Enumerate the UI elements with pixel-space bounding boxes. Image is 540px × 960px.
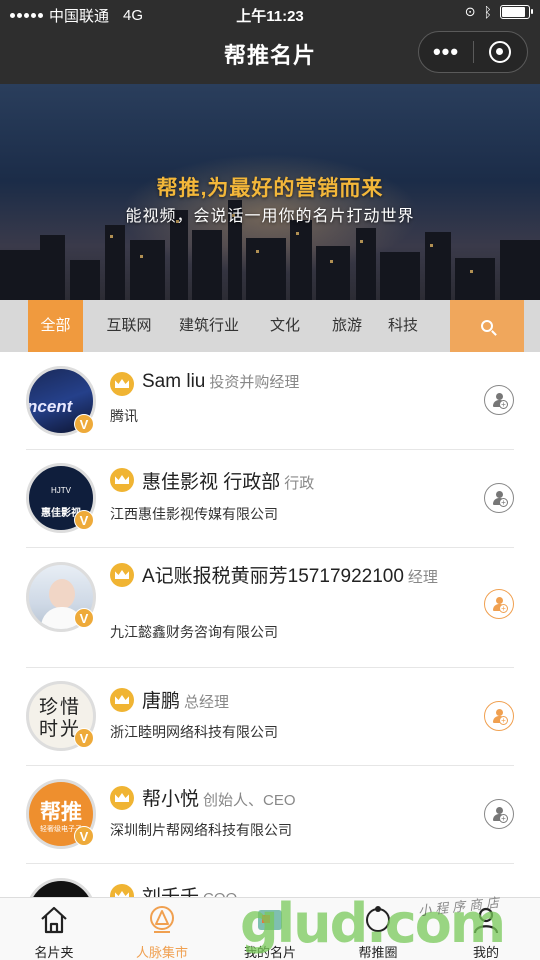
- search-button[interactable]: [450, 300, 524, 352]
- tab-all[interactable]: 全部: [28, 300, 83, 352]
- card-name: A记账报税黄丽芳15717922100 经理: [142, 564, 472, 591]
- card-role: 行政: [284, 475, 315, 492]
- add-contact-button[interactable]: +: [484, 589, 514, 619]
- status-time: 上午11:23: [236, 8, 304, 25]
- tab-internet[interactable]: 互联网: [93, 300, 165, 352]
- circle-icon: [366, 906, 390, 932]
- tab-network-market[interactable]: 人脉集市: [108, 898, 216, 960]
- tab-culture[interactable]: 文化: [261, 300, 309, 352]
- crown-icon: [110, 688, 134, 712]
- card-name-text: 唐鹏: [142, 691, 181, 712]
- list-item[interactable]: HJTV 惠佳影视 V 惠佳影视 行政部 行政 江西惠佳影视传媒有限公司 +: [26, 450, 514, 548]
- category-tabs: 全部 互联网 建筑行业 文化 旅游 科技: [0, 300, 540, 352]
- user-icon: [473, 907, 499, 934]
- lock-rotation-icon: ⊙: [464, 4, 476, 19]
- tab-label: 我的: [472, 945, 499, 960]
- add-contact-button[interactable]: +: [484, 701, 514, 731]
- bottom-tab-bar: 名片夹 人脉集市 我的名片 帮推圈 我的: [0, 897, 540, 960]
- verified-badge: V: [74, 826, 94, 846]
- crown-icon: [110, 563, 134, 587]
- add-contact-button[interactable]: +: [484, 385, 514, 415]
- card-name: 帮小悦 创始人、CEO: [142, 784, 296, 811]
- miniprogram-capsule: •••: [418, 31, 528, 73]
- plus-icon: +: [499, 716, 508, 725]
- status-right: ⊙ ᛒ: [464, 4, 533, 20]
- card-role: 创始人、CEO: [203, 792, 296, 809]
- crown-icon: [110, 786, 134, 810]
- tab-label: 人脉集市: [135, 945, 188, 960]
- card-name: 惠佳影视 行政部 行政: [142, 467, 314, 494]
- status-bar: 中国联通 4G 上午11:23 ⊙ ᛒ: [0, 0, 540, 28]
- card-company: 腾讯: [110, 408, 138, 424]
- tab-my-card[interactable]: 我的名片: [216, 898, 324, 960]
- tab-label: 我的名片: [243, 945, 296, 960]
- search-icon: [481, 320, 493, 332]
- tab-label: 帮推圈: [358, 945, 398, 960]
- plus-icon: +: [499, 604, 508, 613]
- list-item[interactable]: 刘千千 COO: [26, 864, 514, 897]
- crown-icon: [110, 884, 134, 897]
- tab-card-folder[interactable]: 名片夹: [0, 898, 108, 960]
- tab-tech[interactable]: 科技: [379, 300, 427, 352]
- banner-subline: 能视频，会说话一用你的名片打动世界: [125, 208, 415, 225]
- avatar-text: 帮推: [40, 801, 82, 824]
- card-name-text: 帮小悦: [142, 789, 200, 810]
- tab-travel[interactable]: 旅游: [323, 300, 371, 352]
- tab-label: 名片夹: [34, 945, 74, 960]
- tab-construction[interactable]: 建筑行业: [169, 300, 249, 352]
- battery-icon: [500, 5, 533, 19]
- bluetooth-icon: ᛒ: [483, 4, 492, 20]
- card-role: COO: [203, 890, 237, 897]
- location-icon: [150, 906, 174, 933]
- card-role: 经理: [407, 569, 438, 586]
- card-role: 总经理: [184, 694, 230, 711]
- home-icon: [41, 906, 67, 934]
- card-list: ncent V Sam liu 投资并购经理 腾讯 + HJTV 惠佳影视 V 惠…: [0, 352, 540, 897]
- top-bar: 中国联通 4G 上午11:23 ⊙ ᛒ 帮推名片 •••: [0, 0, 540, 84]
- plus-icon: +: [499, 498, 508, 507]
- list-item[interactable]: 珍惜时光 V 唐鹏 总经理 浙江睦明网络科技有限公司 +: [26, 668, 514, 766]
- verified-badge: V: [74, 414, 94, 434]
- plus-icon: +: [499, 400, 508, 409]
- card-role: 投资并购经理: [209, 374, 300, 391]
- avatar-photo: [49, 579, 75, 609]
- card-name-text: Sam liu: [142, 371, 206, 392]
- banner-headline: 帮推,为最好的营销而来: [156, 177, 384, 200]
- more-button[interactable]: •••: [419, 31, 473, 73]
- tab-circle[interactable]: 帮推圈: [324, 898, 432, 960]
- close-button[interactable]: [474, 41, 527, 63]
- verified-badge: V: [74, 510, 94, 530]
- card-company: 江西惠佳影视传媒有限公司: [110, 506, 278, 522]
- plus-icon: +: [499, 814, 508, 823]
- card-icon: [258, 910, 282, 930]
- add-contact-button[interactable]: +: [484, 483, 514, 513]
- close-target-icon: [489, 41, 512, 63]
- list-item[interactable]: V A记账报税黄丽芳15717922100 经理 九江懿鑫财务咨询有限公司 +: [26, 548, 514, 668]
- card-name: Sam liu 投资并购经理: [142, 371, 299, 393]
- card-company: 九江懿鑫财务咨询有限公司: [110, 624, 278, 640]
- list-item[interactable]: ncent V Sam liu 投资并购经理 腾讯 +: [26, 352, 514, 450]
- add-contact-button[interactable]: +: [484, 799, 514, 829]
- card-name: 刘千千 COO: [142, 882, 237, 897]
- verified-badge: V: [74, 608, 94, 628]
- crown-icon: [110, 468, 134, 492]
- promo-banner[interactable]: 帮推,为最好的营销而来 能视频，会说话一用你的名片打动世界: [0, 84, 540, 300]
- crown-icon: [110, 372, 134, 396]
- card-name-text: 刘千千: [142, 887, 199, 897]
- verified-badge: V: [74, 728, 94, 748]
- card-name-text: 惠佳影视 行政部: [142, 472, 281, 493]
- avatar: [26, 878, 96, 897]
- tab-mine[interactable]: 我的: [432, 898, 540, 960]
- avatar-text: ncent: [27, 397, 73, 416]
- card-name-text: A记账报税黄丽芳15717922100: [142, 566, 404, 587]
- card-company: 深圳制片帮网络科技有限公司: [110, 822, 292, 838]
- card-company: 浙江睦明网络科技有限公司: [110, 724, 278, 740]
- list-item[interactable]: 帮推 轻奢级电子子 V 帮小悦 创始人、CEO 深圳制片帮网络科技有限公司 +: [26, 766, 514, 864]
- card-name: 唐鹏 总经理: [142, 686, 229, 713]
- avatar-sub-text: HJTV: [51, 486, 71, 495]
